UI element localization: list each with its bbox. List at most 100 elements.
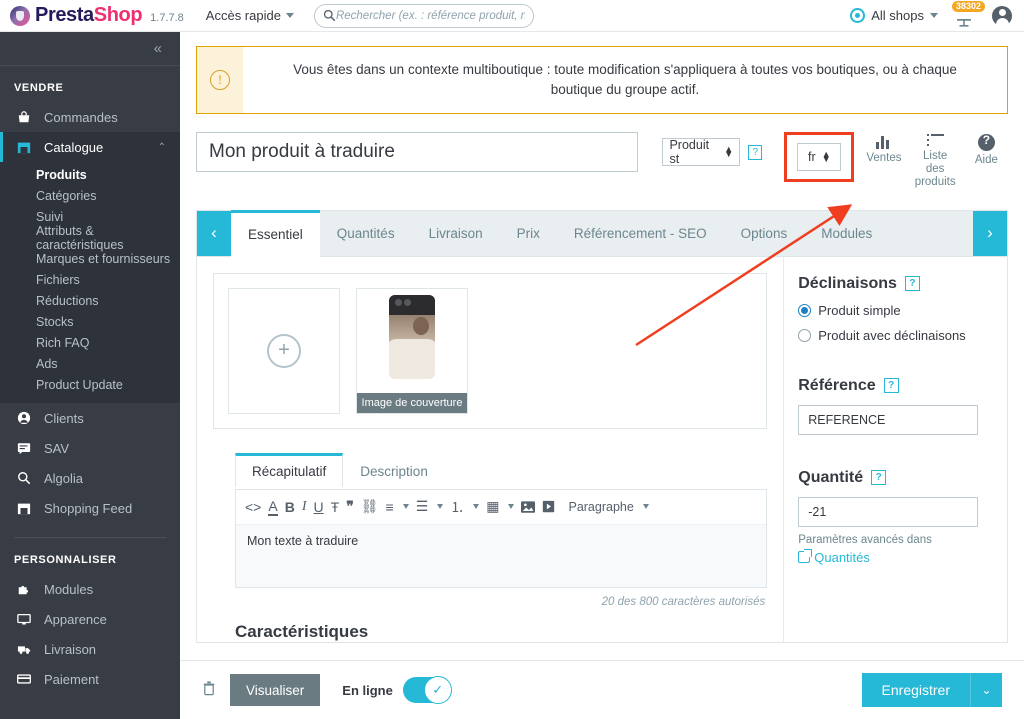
user-avatar[interactable] <box>992 5 1012 26</box>
collapse-chevrons-icon: « <box>153 40 162 57</box>
quantity-input[interactable] <box>798 496 979 527</box>
online-toggle[interactable]: ✓ <box>402 676 452 704</box>
sidebar-item-livraison[interactable]: Livraison <box>0 634 180 664</box>
trash-icon[interactable] <box>202 680 216 701</box>
tab-essentiel[interactable]: Essentiel <box>231 209 320 257</box>
chevron-down-icon[interactable] <box>508 504 515 510</box>
cover-image-thumbnail[interactable]: Image de couverture <box>356 287 468 414</box>
tab-description[interactable]: Description <box>343 455 445 489</box>
add-image-button[interactable]: + <box>228 287 340 414</box>
declinaisons-help-icon[interactable]: ? <box>904 276 920 292</box>
list-icon <box>926 134 944 147</box>
card-icon <box>14 672 34 686</box>
product-photo <box>389 294 435 379</box>
sidebar-subitem-produits[interactable]: Produits <box>0 164 180 185</box>
features-section-title: Caractéristiques <box>235 621 369 641</box>
chevron-down-icon[interactable] <box>642 504 649 510</box>
product-edit-panel: ‹ Essentiel Quantités Livraison Prix Réf… <box>196 209 1008 643</box>
cover-image-label: Image de couverture <box>357 392 467 413</box>
tabs-next-button[interactable]: › <box>973 210 1007 256</box>
tab-quantites[interactable]: Quantités <box>320 211 412 256</box>
link-icon[interactable]: ⛓ <box>361 498 379 515</box>
sidebar-item-commandes[interactable]: Commandes <box>0 102 180 132</box>
sidebar-subitem-attributs[interactable]: Attributs & caractéristiques <box>0 224 180 252</box>
quick-access-menu[interactable]: Accès rapide <box>206 8 294 23</box>
shop-selector[interactable]: All shops <box>850 8 938 23</box>
preview-button[interactable]: Visualiser <box>230 674 321 706</box>
radio-produit-declinaisons[interactable]: Produit avec déclinaisons <box>798 328 991 343</box>
sidebar-collapse-button[interactable]: « <box>0 32 180 66</box>
sidebar-item-paiement[interactable]: Paiement <box>0 664 180 694</box>
tab-options[interactable]: Options <box>724 211 805 256</box>
sidebar-subitem-ads[interactable]: Ads <box>0 353 180 374</box>
sidebar-subitem-stocks[interactable]: Stocks <box>0 311 180 332</box>
video-icon[interactable] <box>542 500 555 513</box>
chevron-down-icon[interactable] <box>437 504 444 510</box>
underline-icon[interactable]: U <box>314 499 324 515</box>
quantities-link[interactable]: Quantités <box>798 549 991 565</box>
blockquote-icon[interactable]: ❞ <box>346 498 354 515</box>
strikethrough-icon[interactable]: Ŧ <box>331 499 340 515</box>
brand-name-shop: Shop <box>93 4 143 26</box>
chevron-down-icon[interactable] <box>473 504 480 510</box>
search-input[interactable] <box>335 9 525 22</box>
tabs-spacer <box>889 211 973 256</box>
align-icon[interactable]: ≡ <box>386 499 394 515</box>
tab-livraison[interactable]: Livraison <box>412 211 500 256</box>
bullet-list-icon[interactable]: ☰ <box>416 498 429 515</box>
reference-help-icon[interactable]: ? <box>883 378 899 394</box>
product-name-input[interactable] <box>196 132 639 172</box>
chevron-down-icon[interactable] <box>402 504 409 510</box>
sidebar-subitem-reductions[interactable]: Réductions <box>0 290 180 311</box>
sidebar-subitem-fichiers[interactable]: Fichiers <box>0 269 180 290</box>
tabs-prev-button[interactable]: ‹ <box>197 210 231 256</box>
sidebar-item-catalogue[interactable]: Catalogue ⌃ <box>0 132 180 162</box>
language-select[interactable]: fr ▲ ▼ <box>797 143 842 171</box>
radio-produit-simple[interactable]: Produit simple <box>798 303 991 318</box>
source-code-icon[interactable]: <> <box>245 499 261 515</box>
product-type-help-icon[interactable]: ? <box>748 145 763 160</box>
sidebar-subitem-rich-faq[interactable]: Rich FAQ <box>0 332 180 353</box>
help-button[interactable]: ? Aide <box>965 133 1008 167</box>
save-button[interactable]: Enregistrer <box>861 673 970 707</box>
sidebar-item-shopping-feed[interactable]: Shopping Feed <box>0 493 180 523</box>
product-list-button[interactable]: Liste des produits <box>914 134 957 190</box>
save-dropdown-button[interactable]: ⌄ <box>970 673 1002 707</box>
reference-title: Référence <box>798 376 876 394</box>
sidebar-item-algolia[interactable]: Algolia <box>0 463 180 493</box>
bold-icon[interactable]: B <box>285 499 295 515</box>
sidebar-item-sav[interactable]: SAV <box>0 433 180 463</box>
multistore-alert: ! Vous êtes dans un contexte multiboutiq… <box>196 46 1008 114</box>
tab-modules[interactable]: Modules <box>804 211 889 256</box>
tab-prix[interactable]: Prix <box>500 211 557 256</box>
text-color-icon[interactable]: A <box>268 498 278 516</box>
cart-button[interactable]: 38302 <box>952 0 986 29</box>
paragraph-format-select[interactable]: Paragraphe <box>568 500 633 514</box>
image-icon[interactable] <box>521 500 536 513</box>
shop-selector-label: All shops <box>871 8 924 23</box>
tab-recapitulatif[interactable]: Récapitulatif <box>235 452 344 487</box>
italic-icon[interactable]: I <box>302 499 307 515</box>
sidebar-item-label: Livraison <box>44 641 97 657</box>
quantity-help-icon[interactable]: ? <box>871 470 887 486</box>
sidebar-item-clients[interactable]: Clients <box>0 403 180 433</box>
sidebar-item-label: Clients <box>44 410 84 426</box>
sidebar-item-modules[interactable]: Modules <box>0 574 180 604</box>
photo-subject-head <box>413 316 429 335</box>
global-search[interactable] <box>313 3 534 28</box>
editor-content-area[interactable]: Mon texte à traduire <box>236 524 767 587</box>
sidebar-subitem-marques[interactable]: Marques et fournisseurs <box>0 248 180 269</box>
product-type-select[interactable]: Produit st ▲ ▼ <box>662 138 741 166</box>
sidebar-subitem-categories[interactable]: Catégories <box>0 185 180 206</box>
brand-logo-group[interactable]: PrestaShop 1.7.7.8 <box>0 4 184 27</box>
numbered-list-icon[interactable]: ⒈ <box>450 497 464 517</box>
sales-button[interactable]: Ventes <box>862 134 905 165</box>
toggle-knob-check-icon: ✓ <box>423 676 452 704</box>
table-icon[interactable]: ▦ <box>486 498 499 515</box>
tab-referencement-seo[interactable]: Référencement - SEO <box>557 211 724 256</box>
sidebar-item-apparence[interactable]: Apparence <box>0 604 180 634</box>
sidebar-subitem-product-update[interactable]: Product Update <box>0 374 180 395</box>
reference-input[interactable] <box>798 404 979 435</box>
